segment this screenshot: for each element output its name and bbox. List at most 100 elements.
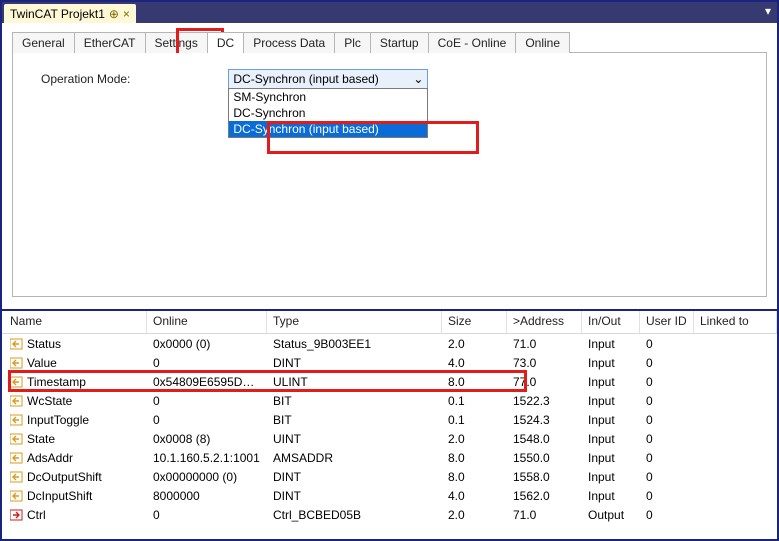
var-type: DINT bbox=[267, 489, 442, 503]
var-online: 0 bbox=[147, 394, 267, 408]
var-input-icon bbox=[10, 395, 23, 407]
var-name: Status bbox=[27, 337, 61, 351]
var-userid: 0 bbox=[640, 451, 694, 465]
table-row[interactable]: Timestamp0x54809E6595DDF4F...ULINT8.077.… bbox=[2, 372, 777, 391]
tab-settings[interactable]: Settings bbox=[145, 32, 208, 53]
var-userid: 0 bbox=[640, 432, 694, 446]
var-name: Value bbox=[27, 356, 57, 370]
col-header-type[interactable]: Type bbox=[267, 311, 442, 333]
var-type: ULINT bbox=[267, 375, 442, 389]
tab-process-data[interactable]: Process Data bbox=[243, 32, 335, 53]
var-type: DINT bbox=[267, 470, 442, 484]
col-header-linked[interactable]: Linked to bbox=[694, 311, 777, 333]
var-name: State bbox=[27, 432, 55, 446]
document-tab[interactable]: TwinCAT Projekt1 ⊕ × bbox=[4, 4, 136, 23]
var-size: 0.1 bbox=[442, 413, 507, 427]
tabstrip-overflow-icon[interactable]: ▾ bbox=[765, 4, 771, 18]
var-input-icon bbox=[10, 376, 23, 388]
var-inout: Input bbox=[582, 375, 640, 389]
tab-ethercat[interactable]: EtherCAT bbox=[74, 32, 146, 53]
table-row[interactable]: Ctrl0Ctrl_BCBED05B2.071.0Output0 bbox=[2, 505, 777, 524]
var-inout: Input bbox=[582, 489, 640, 503]
var-size: 8.0 bbox=[442, 375, 507, 389]
operation-mode-combo-value: DC-Synchron (input based) bbox=[233, 72, 378, 86]
col-header-name[interactable]: Name bbox=[2, 311, 147, 333]
config-tabs: GeneralEtherCATSettingsDCProcess DataPlc… bbox=[12, 32, 767, 53]
var-input-icon bbox=[10, 471, 23, 483]
var-address: 73.0 bbox=[507, 356, 582, 370]
tab-startup[interactable]: Startup bbox=[370, 32, 429, 53]
var-address: 71.0 bbox=[507, 508, 582, 522]
operation-mode-option[interactable]: DC-Synchron (input based) bbox=[229, 121, 427, 137]
variable-grid-body: Status0x0000 (0)Status_9B003EE12.071.0In… bbox=[2, 334, 777, 524]
col-header-address[interactable]: >Address bbox=[507, 311, 582, 333]
var-input-icon bbox=[10, 338, 23, 350]
var-address: 1548.0 bbox=[507, 432, 582, 446]
table-row[interactable]: DcInputShift8000000DINT4.01562.0Input0 bbox=[2, 486, 777, 505]
var-type: BIT bbox=[267, 413, 442, 427]
var-input-icon bbox=[10, 452, 23, 464]
col-header-inout[interactable]: In/Out bbox=[582, 311, 640, 333]
operation-mode-combo-list[interactable]: SM-SynchronDC-SynchronDC-Synchron (input… bbox=[228, 88, 428, 138]
tab-general[interactable]: General bbox=[12, 32, 75, 53]
operation-mode-label: Operation Mode: bbox=[41, 72, 130, 86]
var-online: 0 bbox=[147, 413, 267, 427]
table-row[interactable]: State0x0008 (8)UINT2.01548.0Input0 bbox=[2, 429, 777, 448]
var-inout: Input bbox=[582, 451, 640, 465]
col-header-userid[interactable]: User ID bbox=[640, 311, 694, 333]
var-type: AMSADDR bbox=[267, 451, 442, 465]
var-name: WcState bbox=[27, 394, 72, 408]
tab-plc[interactable]: Plc bbox=[334, 32, 371, 53]
tab-dc[interactable]: DC bbox=[207, 32, 244, 53]
variable-grid-header: Name Online Type Size >Address In/Out Us… bbox=[2, 311, 777, 334]
operation-mode-combo-button[interactable]: DC-Synchron (input based) ⌄ bbox=[228, 69, 428, 89]
var-inout: Input bbox=[582, 394, 640, 408]
var-address: 1558.0 bbox=[507, 470, 582, 484]
var-size: 8.0 bbox=[442, 470, 507, 484]
var-size: 2.0 bbox=[442, 337, 507, 351]
var-size: 2.0 bbox=[442, 508, 507, 522]
operation-mode-combo[interactable]: DC-Synchron (input based) ⌄ SM-SynchronD… bbox=[228, 69, 428, 89]
var-input-icon bbox=[10, 414, 23, 426]
var-type: Ctrl_BCBED05B bbox=[267, 508, 442, 522]
chevron-down-icon: ⌄ bbox=[413, 72, 423, 86]
var-output-icon bbox=[10, 509, 23, 521]
table-row[interactable]: InputToggle0BIT0.11524.3Input0 bbox=[2, 410, 777, 429]
variable-grid: Name Online Type Size >Address In/Out Us… bbox=[2, 311, 777, 539]
operation-mode-option[interactable]: DC-Synchron bbox=[229, 105, 427, 121]
var-name: DcInputShift bbox=[27, 489, 92, 503]
var-userid: 0 bbox=[640, 394, 694, 408]
var-userid: 0 bbox=[640, 489, 694, 503]
var-type: Status_9B003EE1 bbox=[267, 337, 442, 351]
table-row[interactable]: WcState0BIT0.11522.3Input0 bbox=[2, 391, 777, 410]
tab-coe-online[interactable]: CoE - Online bbox=[428, 32, 517, 53]
table-row[interactable]: AdsAddr10.1.160.5.2.1:1001AMSADDR8.01550… bbox=[2, 448, 777, 467]
var-userid: 0 bbox=[640, 470, 694, 484]
close-icon[interactable]: × bbox=[123, 7, 130, 21]
var-type: UINT bbox=[267, 432, 442, 446]
var-name: DcOutputShift bbox=[27, 470, 102, 484]
var-online: 0 bbox=[147, 356, 267, 370]
var-online: 0x54809E6595DDF4F... bbox=[147, 375, 267, 389]
table-row[interactable]: Status0x0000 (0)Status_9B003EE12.071.0In… bbox=[2, 334, 777, 353]
var-size: 2.0 bbox=[442, 432, 507, 446]
var-address: 1524.3 bbox=[507, 413, 582, 427]
pin-icon[interactable]: ⊕ bbox=[109, 7, 119, 21]
var-size: 0.1 bbox=[442, 394, 507, 408]
editor-frame: TwinCAT Projekt1 ⊕ × ▾ GeneralEtherCATSe… bbox=[0, 0, 779, 541]
var-type: BIT bbox=[267, 394, 442, 408]
var-input-icon bbox=[10, 433, 23, 445]
var-size: 4.0 bbox=[442, 489, 507, 503]
col-header-online[interactable]: Online bbox=[147, 311, 267, 333]
operation-mode-option[interactable]: SM-Synchron bbox=[229, 89, 427, 105]
table-row[interactable]: DcOutputShift0x00000000 (0)DINT8.01558.0… bbox=[2, 467, 777, 486]
var-online: 10.1.160.5.2.1:1001 bbox=[147, 451, 267, 465]
var-name: Ctrl bbox=[27, 508, 46, 522]
var-userid: 0 bbox=[640, 508, 694, 522]
var-inout: Output bbox=[582, 508, 640, 522]
table-row[interactable]: Value0DINT4.073.0Input0 bbox=[2, 353, 777, 372]
col-header-size[interactable]: Size bbox=[442, 311, 507, 333]
var-address: 71.0 bbox=[507, 337, 582, 351]
var-name: Timestamp bbox=[27, 375, 86, 389]
tab-online[interactable]: Online bbox=[515, 32, 570, 53]
